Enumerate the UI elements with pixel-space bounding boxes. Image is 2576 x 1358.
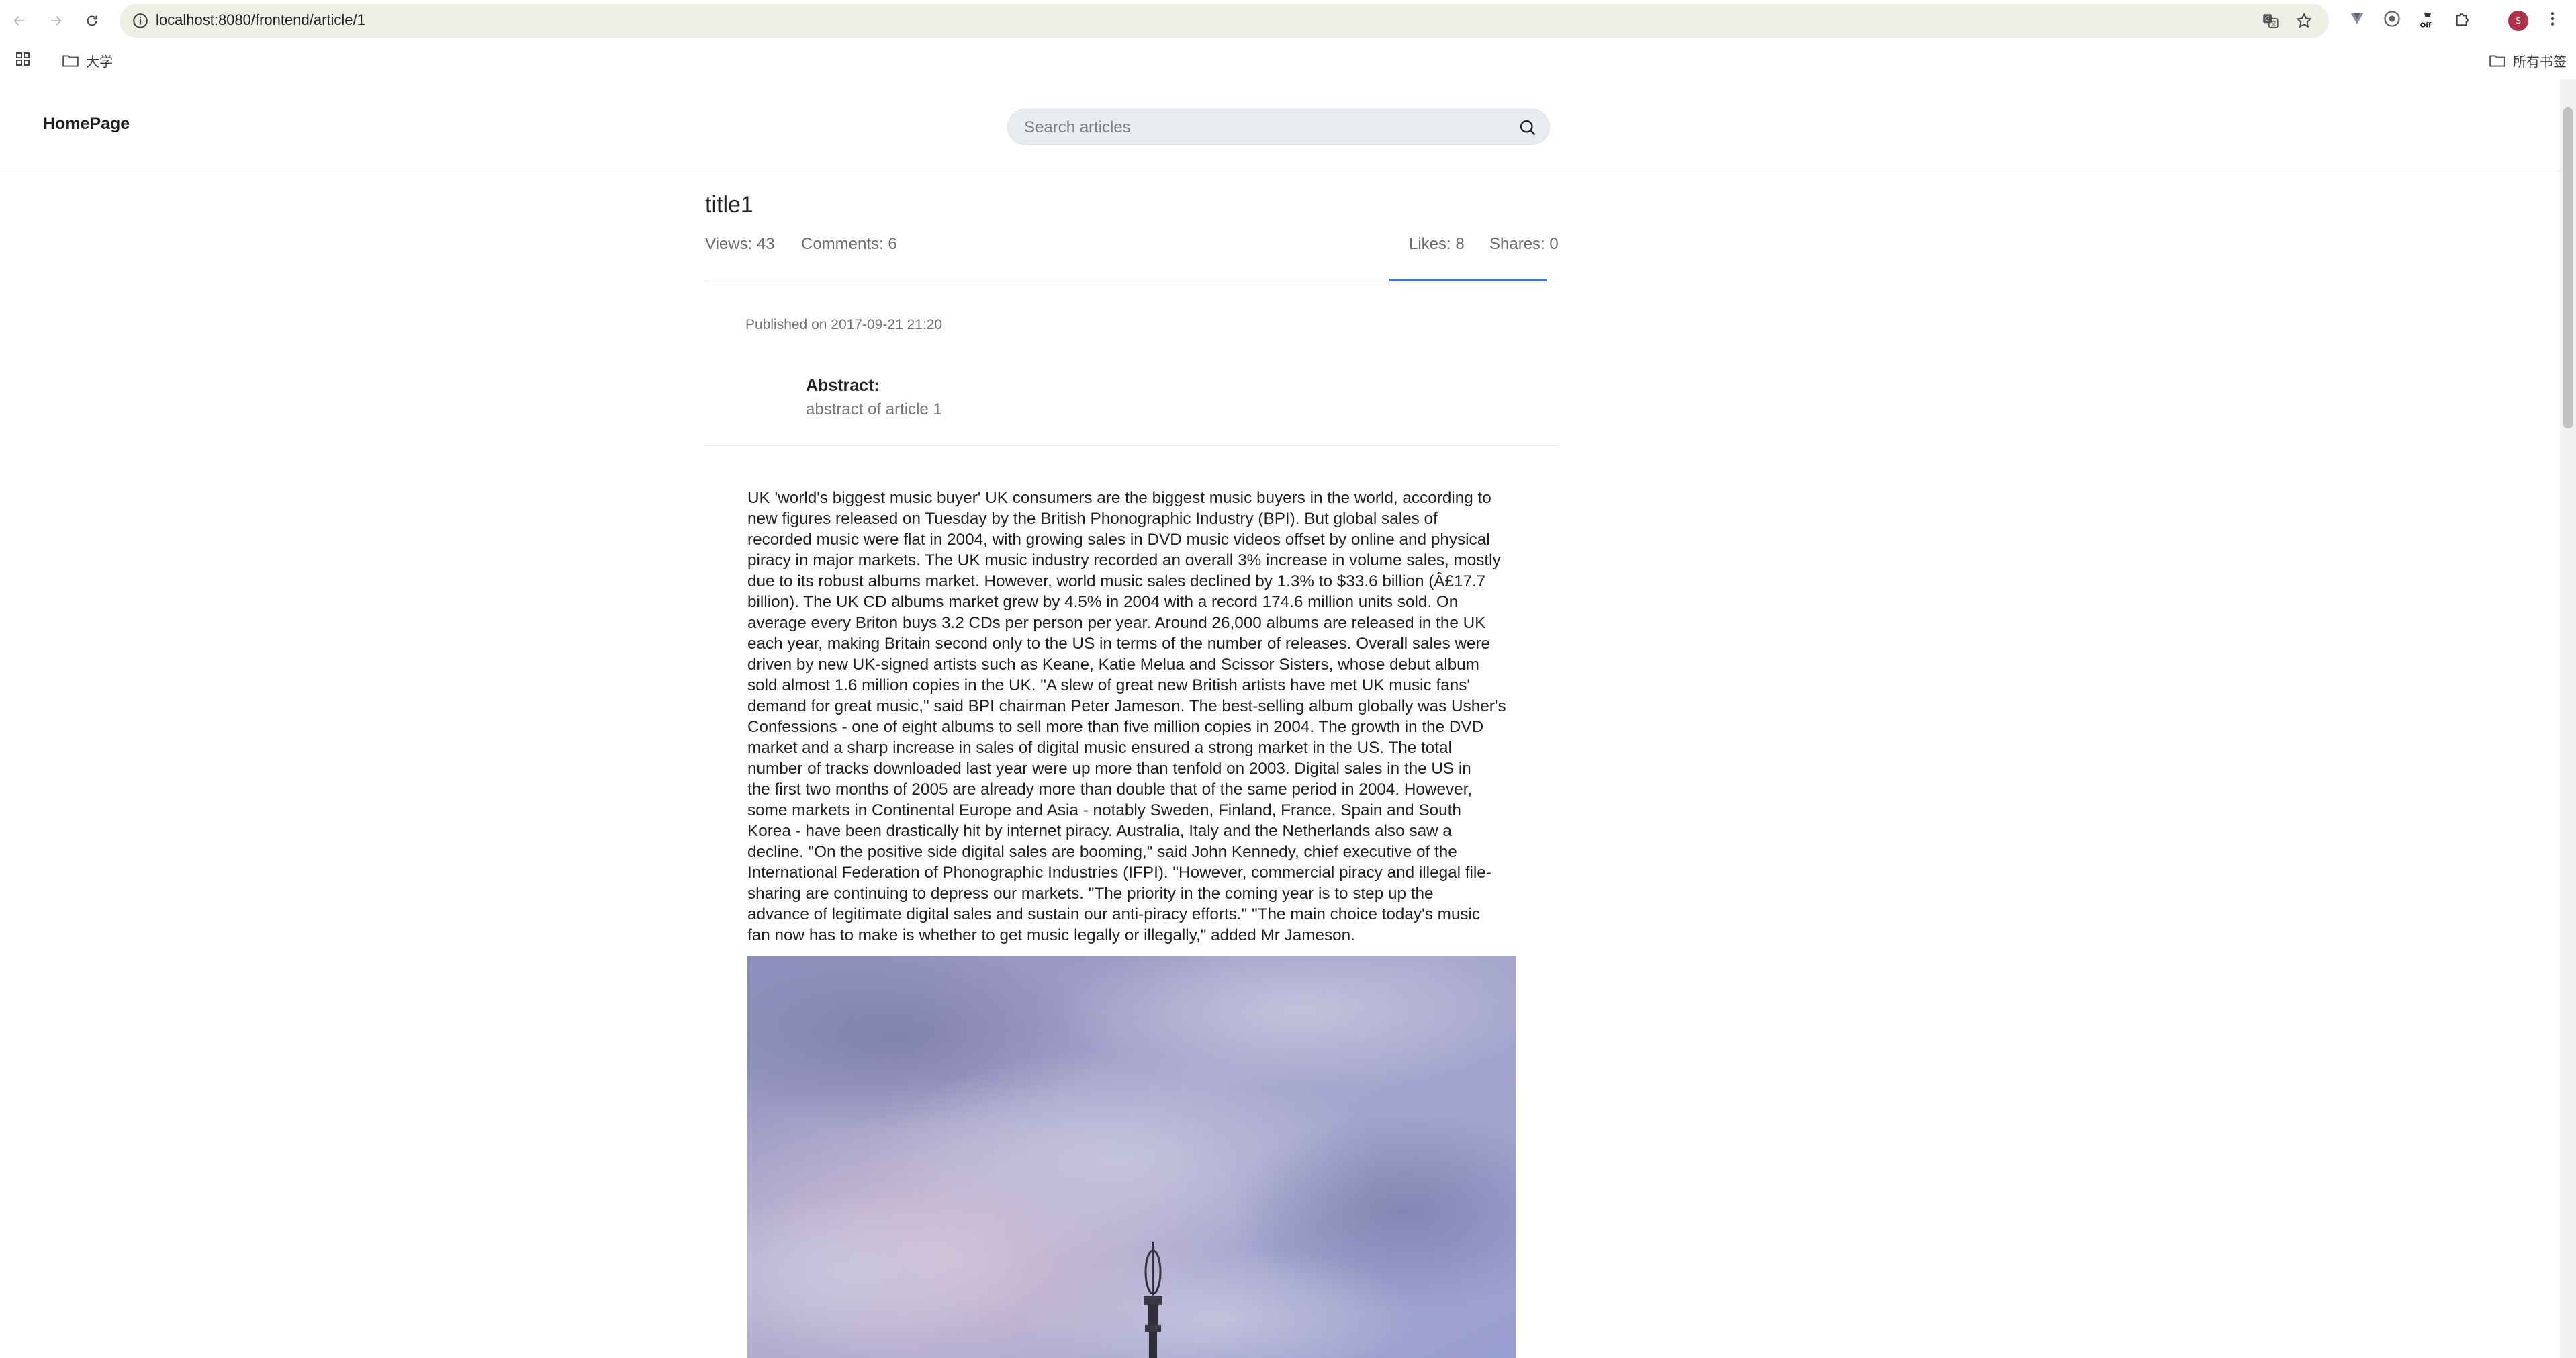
extension-chat-icon[interactable] — [2383, 9, 2401, 28]
extension-v-icon[interactable] — [2348, 9, 2366, 28]
article-body-line: recorded music were flat in 2004, with g… — [747, 531, 1490, 549]
article-body-line: billion). The UK CD albums market grew b… — [747, 593, 1459, 611]
arrow-left-icon — [13, 15, 25, 26]
published-date: Published on 2017-09-21 21:20 — [745, 317, 943, 332]
all-bookmarks-button[interactable]: 所有书签 — [2489, 51, 2567, 71]
svg-text:文: 文 — [2271, 19, 2277, 28]
article-body-line: International Federation of Phonographic… — [747, 864, 1491, 882]
scrollbar-thumb[interactable] — [2563, 107, 2573, 428]
svg-text:Off: Off — [2420, 21, 2432, 29]
article-body-line: piracy in major markets. The UK music in… — [747, 551, 1501, 570]
bookmark-folder-label: 大学 — [86, 55, 113, 70]
article-body-line: fan now has to make is whether to get mu… — [747, 926, 1355, 944]
folder-icon — [2489, 54, 2505, 67]
translate-icon[interactable]: G文 — [2262, 12, 2279, 30]
article-body-line: Confessions - one of eight albums to sel… — [747, 718, 1484, 736]
extensions-puzzle-icon[interactable] — [2454, 9, 2473, 28]
share-button[interactable]: Shares: 0 — [1489, 235, 1559, 254]
forward-button[interactable] — [43, 8, 68, 34]
homepage-link[interactable]: HomePage — [43, 114, 130, 134]
arrow-right-icon — [50, 15, 62, 26]
abstract-text: abstract of article 1 — [806, 400, 942, 418]
article-body-line: the first two months of 2005 are already… — [747, 780, 1473, 799]
article-body-line: some markets in Continental Europe and A… — [747, 801, 1461, 819]
site-header: HomePage — [0, 79, 2560, 171]
article-body-line: advance of legitimate digital sales and … — [747, 905, 1481, 923]
comments-count[interactable]: Comments: 6 — [801, 235, 897, 254]
apps-grid-icon — [16, 52, 30, 66]
folder-icon — [62, 54, 79, 67]
extension-off-icon[interactable]: Off — [2418, 9, 2438, 30]
stats-active-indicator — [1389, 279, 1547, 281]
article-body-line: UK 'world's biggest music buyer' UK cons… — [747, 489, 1491, 507]
reload-icon — [87, 15, 97, 26]
article-body-line: driven by new UK-signed artists such as … — [747, 655, 1479, 674]
abstract-divider — [705, 445, 1558, 446]
abstract-label: Abstract: — [806, 376, 880, 395]
article-body: UK 'world's biggest music buyer' UK cons… — [747, 488, 1516, 946]
views-count: Views: 43 — [705, 235, 775, 253]
browser-menu-icon[interactable] — [2544, 9, 2561, 28]
article-body-line: number of tracks downloaded last year we… — [747, 760, 1471, 778]
article-body-line: demand for great music," said BPI chairm… — [747, 697, 1506, 715]
article-title: title1 — [705, 192, 753, 218]
search-bar[interactable] — [1007, 109, 1550, 146]
profile-avatar[interactable]: S — [2508, 11, 2528, 31]
site-info-icon[interactable] — [132, 12, 149, 30]
bookmark-folder[interactable]: 大学 — [62, 51, 113, 71]
search-icon[interactable] — [1518, 118, 1537, 137]
article-body-line: market and a sharp increase in sales of … — [747, 739, 1452, 757]
article-body-line: due to its robust albums market. However… — [747, 572, 1486, 590]
like-button[interactable]: Likes: 8 — [1409, 235, 1465, 254]
url-text[interactable]: localhost:8080/frontend/article/1 — [156, 11, 365, 29]
bookmark-star-icon[interactable] — [2295, 12, 2313, 30]
sky-tower-illustration — [747, 956, 1516, 1358]
article-body-line: sold almost 1.6 million copies in the UK… — [747, 676, 1471, 694]
back-button[interactable] — [7, 8, 32, 34]
article-body-line: average every Briton buys 3.2 CDs per pe… — [747, 614, 1486, 632]
article-image — [747, 956, 1516, 1358]
reload-button[interactable] — [79, 8, 105, 34]
article-body-line: decline. "On the positive side digital s… — [747, 843, 1457, 861]
article-body-line: each year, making Britain second only to… — [747, 635, 1491, 653]
article-body-line: Korea - have been drastically hit by int… — [747, 822, 1452, 840]
search-input[interactable] — [1023, 109, 1496, 146]
article-body-line: new figures released on Tuesday by the B… — [747, 510, 1438, 528]
browser-toolbar: localhost:8080/frontend/article/1 G文 Off… — [0, 0, 2576, 42]
article-body-line: sharing are continuing to depress our ma… — [747, 885, 1434, 903]
address-bar[interactable]: localhost:8080/frontend/article/1 G文 — [120, 4, 2329, 38]
bookmarks-bar: 大学 所有书签 — [0, 42, 2576, 80]
apps-shortcut[interactable] — [15, 51, 31, 67]
all-bookmarks-label: 所有书签 — [2513, 55, 2567, 70]
